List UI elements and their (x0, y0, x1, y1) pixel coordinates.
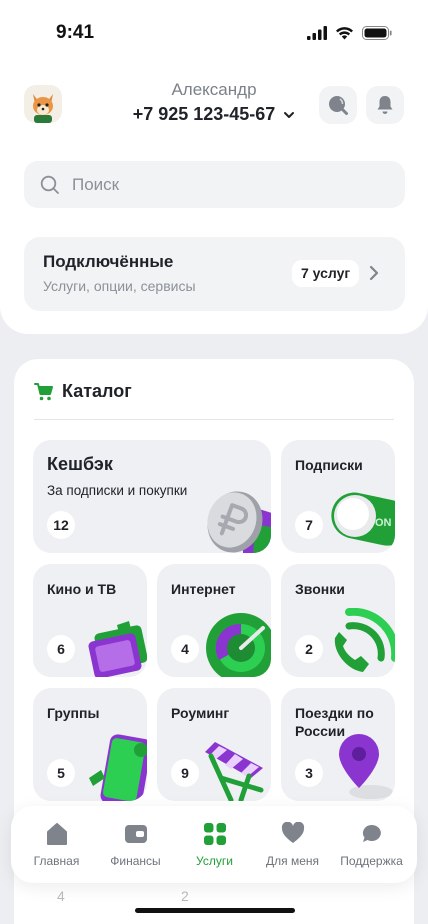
assistant-icon (329, 96, 348, 115)
tile-title: Подписки (295, 457, 363, 473)
tile-subtitle: За подписки и покупки (47, 483, 188, 498)
svg-text:ON: ON (375, 517, 392, 529)
bell-icon (377, 96, 393, 114)
tile-title: Роуминг (171, 705, 230, 721)
peek-count: 4 (57, 888, 65, 904)
search-bar[interactable] (24, 161, 405, 208)
home-indicator (135, 908, 295, 913)
connected-services-card[interactable]: Подключённые Услуги, опции, сервисы 7 ус… (24, 237, 405, 311)
connected-subtitle: Услуги, опции, сервисы (43, 278, 196, 294)
wallet-icon (124, 825, 147, 843)
assistant-button[interactable] (319, 86, 357, 124)
tile-count: 12 (47, 511, 75, 539)
search-icon (40, 175, 59, 194)
phone-call-icon (334, 608, 395, 672)
tile-roaming[interactable]: Роуминг 9 (157, 688, 271, 801)
nav-label: Главная (33, 854, 80, 868)
ruble-coin-icon (207, 491, 271, 553)
chevron-down-icon (284, 112, 295, 119)
tile-title: Кино и ТВ (47, 581, 117, 597)
tile-count: 5 (47, 759, 75, 787)
group-sim-icon (89, 734, 147, 801)
user-name: Александр (171, 80, 257, 99)
tile-groups[interactable]: Группы 5 (33, 688, 147, 801)
status-bar: 9:41 (0, 0, 428, 60)
tile-count: 6 (47, 635, 75, 663)
location-pin-icon (339, 734, 393, 799)
tile-subscriptions[interactable]: Подписки 7 ON (281, 440, 395, 553)
status-time: 9:41 (56, 22, 95, 43)
notifications-button[interactable] (366, 86, 404, 124)
tile-count: 7 (295, 511, 323, 539)
tile-russia-trips[interactable]: Поездки по России 3 (281, 688, 395, 801)
nav-services[interactable]: Услуги (174, 806, 255, 883)
tile-title: Кешбэк (47, 454, 113, 474)
profile-header: Александр +7 925 123-45-67 (0, 76, 428, 136)
status-icons (307, 26, 392, 40)
toggle-on-icon: ON (331, 492, 395, 546)
nav-label: Для меня (265, 854, 319, 868)
grid-icon (203, 823, 226, 845)
bottom-navigation: Главная Финансы Услуги Для меня Поддержк… (11, 806, 417, 883)
search-input[interactable] (72, 174, 372, 195)
chevron-right-icon (369, 265, 379, 281)
tile-title: Группы (47, 705, 100, 721)
tile-count: 2 (295, 635, 323, 663)
nav-label: Финансы (110, 854, 161, 868)
nav-home[interactable]: Главная (16, 806, 97, 883)
beach-chair-icon (205, 742, 264, 801)
tile-title: Звонки (295, 581, 345, 597)
catalog-title: Каталог (62, 381, 132, 401)
tv-icon (88, 621, 147, 677)
home-icon (46, 823, 67, 845)
phone-selector[interactable]: +7 925 123-45-67 (0, 104, 428, 125)
services-count-badge: 7 услуг (292, 260, 360, 287)
cart-icon (34, 383, 53, 401)
tile-internet[interactable]: Интернет 4 (157, 564, 271, 677)
battery-icon (362, 26, 392, 40)
nav-finance[interactable]: Финансы (95, 806, 176, 883)
speedometer-icon (206, 613, 271, 677)
chat-icon (362, 824, 381, 842)
tile-title: Интернет (171, 581, 236, 597)
tile-count: 4 (171, 635, 199, 663)
nav-support[interactable]: Поддержка (331, 806, 412, 883)
heart-icon (281, 822, 304, 843)
nav-label: Услуги (196, 854, 233, 868)
catalog-divider (34, 419, 394, 420)
tile-calls[interactable]: Звонки 2 (281, 564, 395, 677)
peek-count: 2 (181, 888, 189, 904)
nav-for-me[interactable]: Для меня (252, 806, 333, 883)
connected-title: Подключённые (43, 252, 174, 271)
tile-cashback[interactable]: Кешбэк За подписки и покупки 12 (33, 440, 271, 553)
tile-count: 9 (171, 759, 199, 787)
nav-label: Поддержка (340, 854, 403, 868)
wifi-icon (336, 27, 353, 40)
phone-number: +7 925 123-45-67 (132, 104, 276, 124)
signal-icon (307, 26, 327, 40)
tile-count: 3 (295, 759, 323, 787)
tile-cinema-tv[interactable]: Кино и ТВ 6 (33, 564, 147, 677)
